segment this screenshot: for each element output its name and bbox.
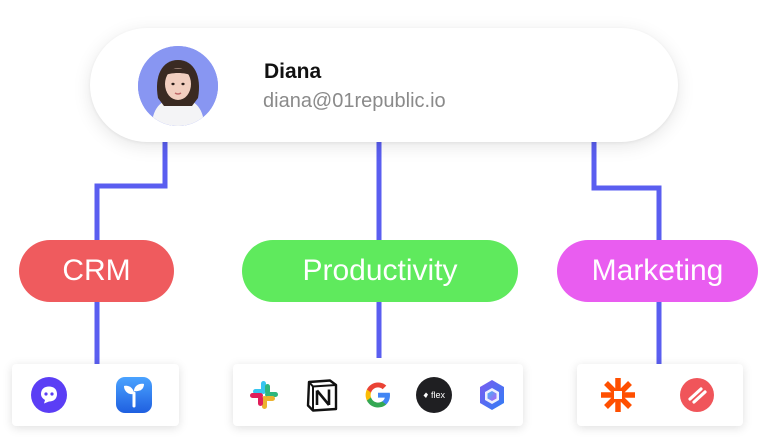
connector-marketing	[591, 142, 662, 240]
user-card[interactable]: Diana diana@01republic.io	[90, 28, 678, 142]
connector-crm	[94, 142, 168, 240]
marketing-apps-tray	[577, 364, 743, 426]
notion-icon[interactable]	[303, 376, 341, 414]
productivity-apps-tray: flex	[233, 364, 523, 426]
sprout-app-icon[interactable]	[115, 376, 153, 414]
category-crm[interactable]: CRM	[19, 240, 174, 302]
chat-bubble-icon[interactable]	[30, 376, 68, 414]
crm-apps-tray	[12, 364, 179, 426]
category-marketing[interactable]: Marketing	[557, 240, 758, 302]
category-productivity[interactable]: Productivity	[242, 240, 518, 302]
avatar-portrait-icon	[138, 46, 218, 126]
google-icon[interactable]	[359, 376, 397, 414]
zapier-icon[interactable]	[599, 376, 637, 414]
todoist-icon[interactable]	[678, 376, 716, 414]
user-name: Diana	[264, 60, 322, 83]
flex-icon[interactable]: flex	[415, 376, 453, 414]
flex-label: flex	[431, 390, 446, 400]
user-email: diana@01republic.io	[263, 90, 446, 112]
avatar	[138, 46, 218, 126]
microsoft-365-icon[interactable]	[473, 376, 511, 414]
slack-icon[interactable]	[245, 376, 283, 414]
